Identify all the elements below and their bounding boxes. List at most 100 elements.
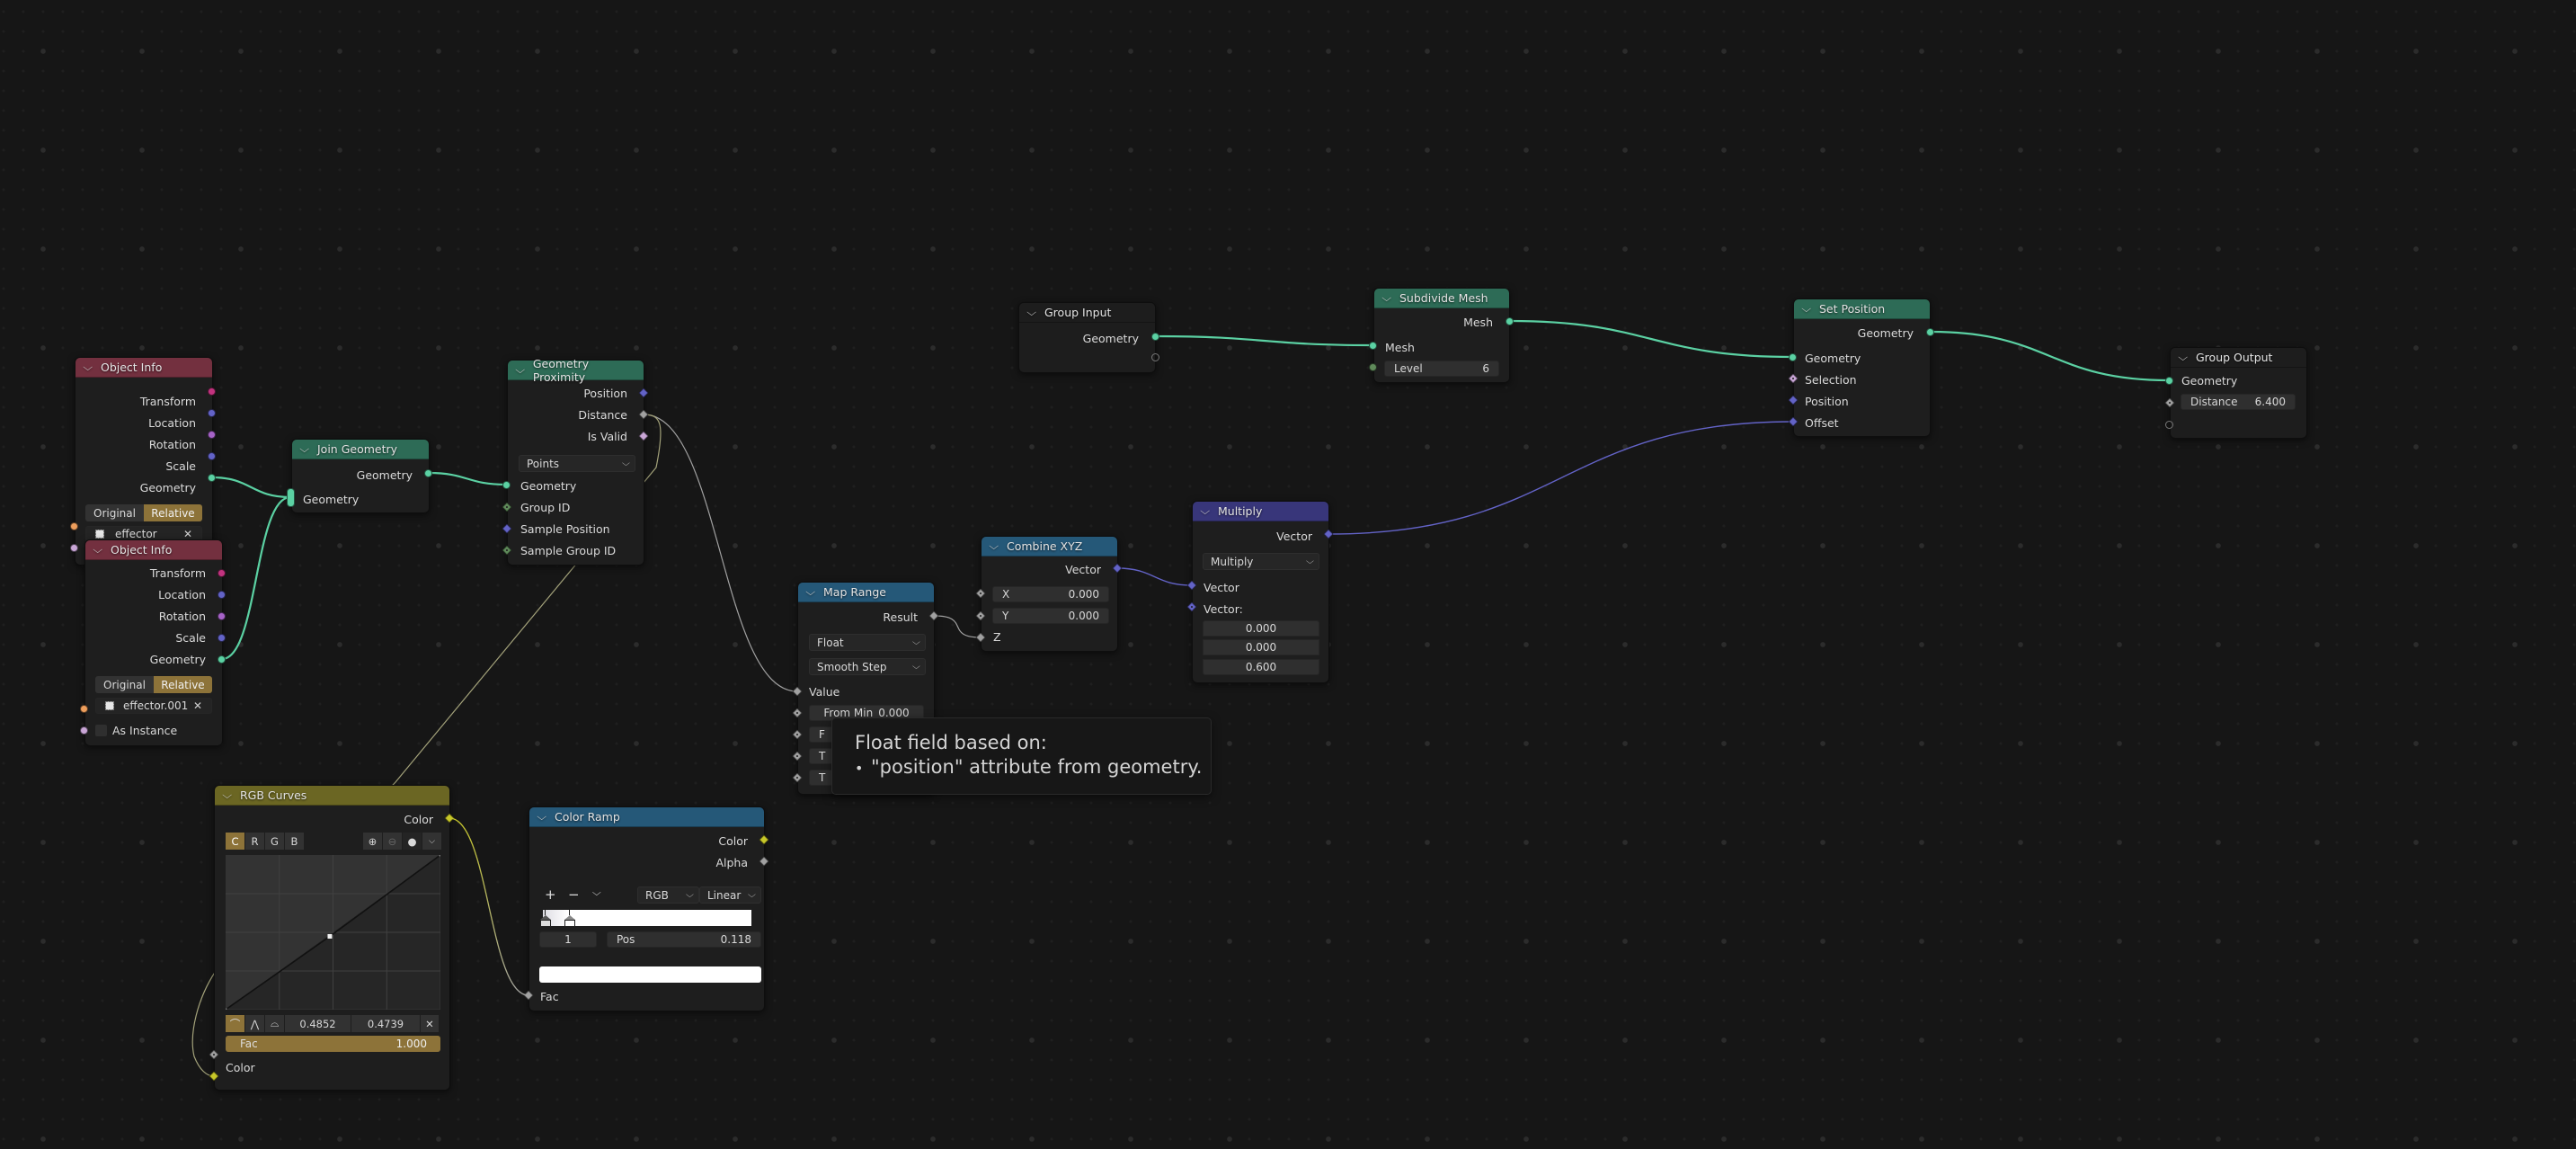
chevron-down-icon[interactable]: ⌵ [422,833,441,850]
remove-stop-button[interactable]: − [568,886,580,903]
collapse-chevron-icon[interactable]: ⌵ [2178,352,2192,364]
transform-space-toggle[interactable]: Original Relative [85,504,202,521]
socket-transform[interactable] [218,569,226,577]
active-stop-index-field[interactable]: 1 [539,931,597,948]
collapse-chevron-icon[interactable]: ⌵ [83,361,97,374]
collapse-chevron-icon[interactable]: ⌵ [93,544,107,557]
socket-geometry-multi-in[interactable] [287,488,295,507]
level-field[interactable]: Level 6 [1384,361,1499,377]
collapse-chevron-icon[interactable]: ⌵ [537,811,551,824]
set-position-node[interactable]: ⌵ Set Position Geometry Geometry Selectio… [1793,298,1931,437]
socket-mesh-in[interactable] [1369,342,1377,350]
link-multiply-offset[interactable] [1328,421,1794,535]
socket-geometry-out[interactable] [1151,333,1159,341]
link-groupinput-subdivide[interactable] [1155,334,1373,347]
socket-scale[interactable] [208,452,216,460]
ramp-menu-chevron-icon[interactable]: ⌵ [592,888,601,898]
link-objinfo2-join[interactable] [221,495,291,661]
node-header[interactable]: ⌵ Object Info [76,358,212,378]
curve-control-point[interactable] [327,933,333,939]
socket-mesh-out[interactable] [1506,317,1514,325]
curve-handle-tools[interactable]: ⌒ ⋀ ⌓ 0.4852 0.4739 ✕ [226,1015,440,1032]
channel-tab-c[interactable]: C [226,833,244,850]
color-ramp-node[interactable]: ⌵ Color Ramp Color Alpha + − ⌵ RGB ⌵ Linea… [529,806,765,1011]
subdivide-mesh-node[interactable]: ⌵ Subdivide Mesh Mesh Mesh Level 6 [1373,288,1510,383]
clipping-icon[interactable]: ● [403,833,422,850]
socket-location[interactable] [208,409,216,417]
collapse-chevron-icon[interactable]: ⌵ [299,443,314,456]
zoom-out-icon[interactable]: ⊖ [383,833,402,850]
node-header[interactable]: ⌵ Object Info [85,540,222,560]
object-info-node-1[interactable]: ⌵ Object Info Transform Location Rotation… [75,357,213,566]
target-element-dropdown[interactable]: Points ⌵ [519,455,635,472]
link-distance-maprange[interactable] [643,414,798,692]
socket-transform[interactable] [208,387,216,396]
socket-geometry-in[interactable] [2165,377,2173,385]
clear-icon[interactable]: ✕ [183,528,192,540]
auto-handle-icon[interactable]: ⌒ [226,1015,244,1032]
point-x-field[interactable]: 0.4852 [285,1015,351,1032]
node-header[interactable]: ⌵ Map Range [798,583,934,602]
vector-b-z-field[interactable]: 0.600 [1203,659,1319,675]
vector-handle-icon[interactable]: ⋀ [245,1015,264,1032]
as-instance-checkbox-row[interactable]: As Instance [95,719,177,741]
node-header[interactable]: ⌵ Color Ramp [529,807,764,827]
link-setposition-groupoutput[interactable] [1930,330,2170,382]
node-header[interactable]: ⌵ Combine XYZ [982,537,1117,557]
stop-position-field[interactable]: Pos 0.118 [607,931,761,948]
node-header[interactable]: ⌵ Multiply [1193,502,1328,521]
vector-b-y-field[interactable]: 0.000 [1203,639,1319,655]
x-field[interactable]: X 0.000 [992,586,1109,602]
channel-tab-r[interactable]: R [245,833,264,850]
fac-slider[interactable]: Fac 1.000 [226,1036,440,1052]
socket-as-instance-in[interactable] [80,726,88,735]
socket-level-in[interactable] [1369,363,1377,371]
collapse-chevron-icon[interactable]: ⌵ [222,789,236,802]
vector-b-x-field[interactable]: 0.000 [1203,620,1319,637]
original-option[interactable]: Original [95,676,154,693]
interpolation-dropdown[interactable]: Linear ⌵ [699,886,761,904]
stop-color-swatch[interactable] [539,966,761,983]
relative-option[interactable]: Relative [144,504,202,521]
collapse-chevron-icon[interactable]: ⌵ [989,540,1003,553]
socket-rotation[interactable] [208,431,216,439]
collapse-chevron-icon[interactable]: ⌵ [1381,292,1396,305]
vector-math-multiply-node[interactable]: ⌵ Multiply Vector Multiply ⌵ Vector Vector… [1192,501,1329,683]
socket-geometry-in[interactable] [502,481,511,489]
socket-empty-in[interactable] [2165,421,2173,429]
node-header[interactable]: ⌵ Group Output [2171,348,2306,368]
distance-field[interactable]: Distance 6.400 [2181,394,2296,410]
node-header[interactable]: ⌵ RGB Curves [215,786,449,806]
link-rgbcurves-colorramp[interactable] [449,817,529,996]
color-stop-marker[interactable] [540,910,551,927]
group-input-node[interactable]: ⌵ Group Input Geometry [1018,302,1156,373]
collapse-chevron-icon[interactable]: ⌵ [1200,505,1214,518]
group-output-node[interactable]: ⌵ Group Output Geometry Distance 6.400 [2170,347,2307,439]
socket-geometry-out[interactable] [1926,328,1934,336]
operation-dropdown[interactable]: Multiply ⌵ [1203,553,1319,570]
collapse-chevron-icon[interactable]: ⌵ [805,586,820,599]
collapse-chevron-icon[interactable]: ⌵ [1801,303,1816,316]
join-geometry-node[interactable]: ⌵ Join Geometry Geometry Geometry [291,439,430,513]
curve-view-tools[interactable]: ⊕ ⊖ ● ⌵ [363,833,441,850]
delete-point-icon[interactable]: ✕ [421,1015,439,1032]
socket-scale[interactable] [218,634,226,642]
link-join-proximity[interactable] [428,471,507,486]
color-ramp-gradient[interactable] [540,910,751,927]
socket-location[interactable] [218,591,226,599]
curve-control-point[interactable] [439,855,441,857]
original-option[interactable]: Original [85,504,144,521]
geometry-proximity-node[interactable]: ⌵ Geometry Proximity Position Distance Is… [507,357,644,566]
node-header[interactable]: ⌵ Subdivide Mesh [1374,289,1509,308]
auto-clamped-handle-icon[interactable]: ⌓ [265,1015,284,1032]
link-combine-multiply[interactable] [1116,567,1193,586]
socket-geometry-out[interactable] [424,469,432,477]
interpolation-dropdown[interactable]: Smooth Step ⌵ [809,658,926,675]
node-header[interactable]: ⌵ Set Position [1794,299,1930,319]
socket-geometry-out[interactable] [208,474,216,482]
socket-object-in[interactable] [80,705,88,713]
zoom-in-icon[interactable]: ⊕ [363,833,382,850]
link-maprange-combine-z[interactable] [934,615,982,638]
y-field[interactable]: Y 0.000 [992,608,1109,624]
point-y-field[interactable]: 0.4739 [351,1015,420,1032]
